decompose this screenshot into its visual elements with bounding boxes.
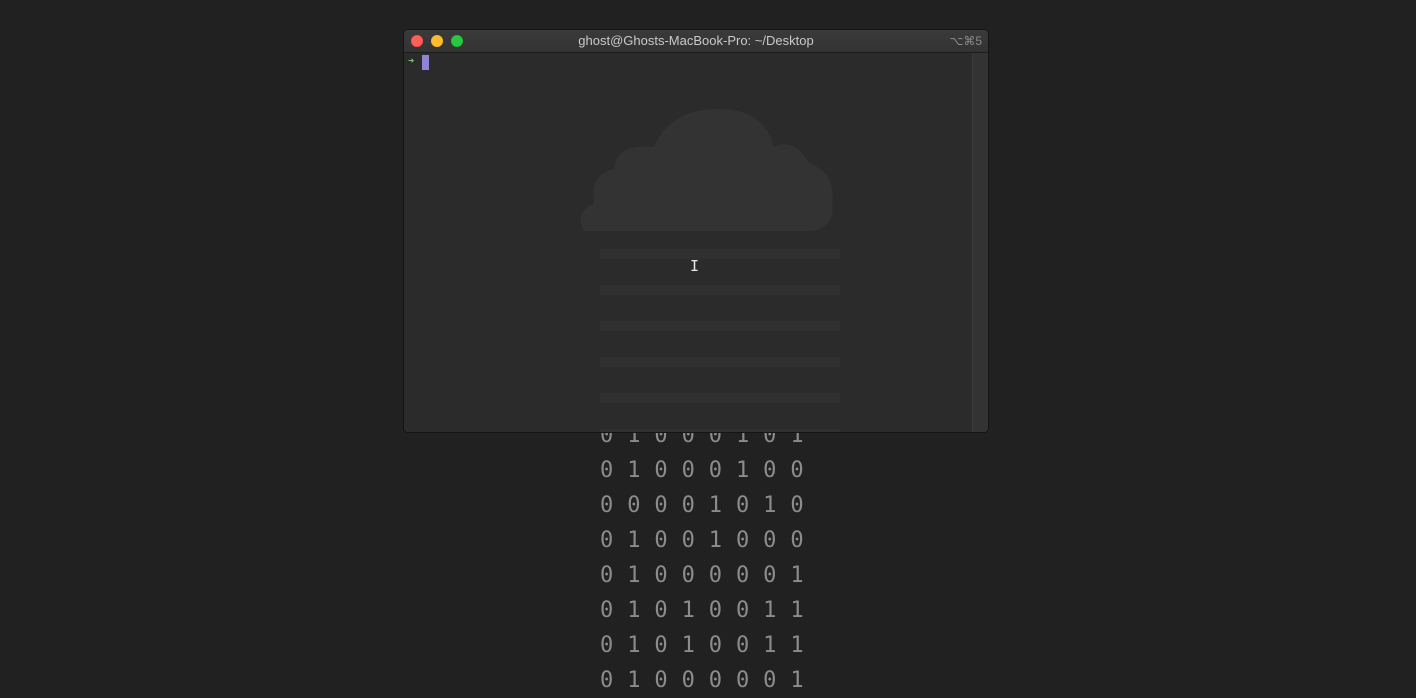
binary-digit: 1 — [627, 598, 641, 623]
title-bar[interactable]: ghost@Ghosts-MacBook-Pro: ~/Desktop ⌥⌘5 — [404, 30, 988, 53]
binary-digit: 0 — [654, 598, 668, 623]
binary-digit: 0 — [735, 493, 750, 518]
binary-digit: 1 — [627, 528, 641, 553]
binary-digit: 0 — [735, 528, 750, 553]
binary-digit: 1 — [763, 493, 777, 518]
binary-digit: 1 — [681, 633, 695, 658]
binary-digit: 0 — [681, 528, 695, 553]
binary-digit: 0 — [763, 458, 777, 483]
binary-digit: 0 — [708, 668, 722, 693]
binary-output: 0100010101000100000010100100100001000001… — [600, 418, 820, 698]
binary-digit: 0 — [790, 458, 804, 483]
text-cursor — [422, 55, 429, 70]
rain-art — [600, 249, 840, 432]
binary-digit: 1 — [763, 598, 777, 623]
binary-digit: 1 — [708, 528, 722, 553]
binary-digit: 0 — [708, 598, 722, 623]
binary-digit: 1 — [790, 563, 804, 588]
binary-digit: 0 — [600, 563, 614, 588]
binary-digit: 0 — [681, 458, 695, 483]
binary-digit: 0 — [681, 493, 695, 518]
binary-digit: 0 — [735, 563, 750, 588]
window-title: ghost@Ghosts-MacBook-Pro: ~/Desktop — [578, 33, 814, 48]
desktop-background: 0100010101000100000010100100100001000001… — [0, 0, 1416, 698]
binary-digit: 0 — [735, 668, 750, 693]
binary-digit: 0 — [708, 563, 722, 588]
binary-row: 01001000 — [600, 523, 820, 558]
binary-digit: 0 — [600, 598, 614, 623]
binary-digit: 0 — [681, 563, 695, 588]
binary-digit: 0 — [600, 528, 614, 553]
binary-digit: 0 — [600, 668, 614, 693]
binary-digit: 0 — [654, 458, 668, 483]
binary-digit: 1 — [681, 598, 695, 623]
binary-digit: 0 — [600, 458, 614, 483]
binary-digit: 0 — [790, 528, 804, 553]
binary-digit: 1 — [790, 668, 804, 693]
binary-digit: 0 — [735, 633, 750, 658]
binary-digit: 0 — [763, 668, 777, 693]
binary-digit: 0 — [600, 633, 614, 658]
cloud-art — [580, 108, 833, 231]
binary-digit: 0 — [627, 493, 641, 518]
binary-digit: 1 — [627, 668, 641, 693]
binary-digit: 0 — [708, 633, 722, 658]
binary-digit: 1 — [763, 633, 777, 658]
binary-digit: 0 — [654, 668, 668, 693]
binary-digit: 0 — [763, 563, 777, 588]
binary-digit: 0 — [763, 528, 777, 553]
binary-digit: 1 — [627, 633, 641, 658]
binary-digit: 1 — [708, 493, 722, 518]
binary-digit: 0 — [654, 633, 668, 658]
binary-digit: 0 — [600, 493, 614, 518]
prompt-arrow-icon: ➜ — [408, 56, 415, 67]
binary-digit: 1 — [627, 563, 641, 588]
window-shortcut: ⌥⌘5 — [949, 34, 982, 48]
binary-row: 01010011 — [600, 593, 820, 628]
binary-digit: 1 — [790, 598, 804, 623]
binary-digit: 0 — [681, 668, 695, 693]
binary-digit: 0 — [654, 528, 668, 553]
binary-row: 01000001 — [600, 663, 820, 698]
binary-row: 01000001 — [600, 558, 820, 593]
binary-digit: 0 — [708, 458, 722, 483]
binary-digit: 0 — [735, 598, 750, 623]
terminal-content[interactable]: ➜ I — [404, 53, 973, 432]
scrollbar[interactable] — [972, 53, 988, 432]
binary-digit: 1 — [790, 633, 804, 658]
binary-row: 00001010 — [600, 488, 820, 523]
binary-digit: 0 — [654, 493, 668, 518]
binary-row: 01000100 — [600, 453, 820, 488]
binary-row: 01010011 — [600, 628, 820, 663]
terminal-window[interactable]: ghost@Ghosts-MacBook-Pro: ~/Desktop ⌥⌘5 … — [404, 30, 988, 432]
binary-digit: 1 — [735, 458, 750, 483]
binary-digit: 1 — [627, 458, 641, 483]
binary-digit: 0 — [654, 563, 668, 588]
ibeam-pointer-icon: I — [690, 257, 700, 275]
binary-digit: 0 — [790, 493, 804, 518]
